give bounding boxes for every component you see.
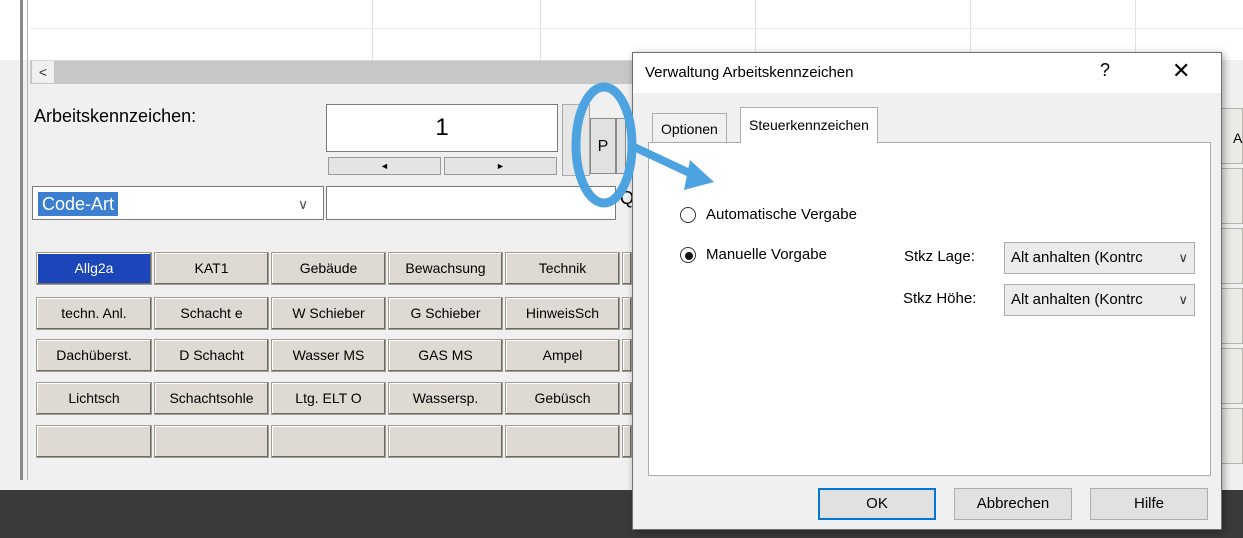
annotation-arrow-head <box>684 160 714 190</box>
annotation-arrow-line <box>628 142 700 180</box>
annotation-overlay <box>571 82 714 208</box>
tab-steuerkennzeichen[interactable]: Steuerkennzeichen <box>740 107 878 143</box>
annotation-circle <box>571 82 637 208</box>
